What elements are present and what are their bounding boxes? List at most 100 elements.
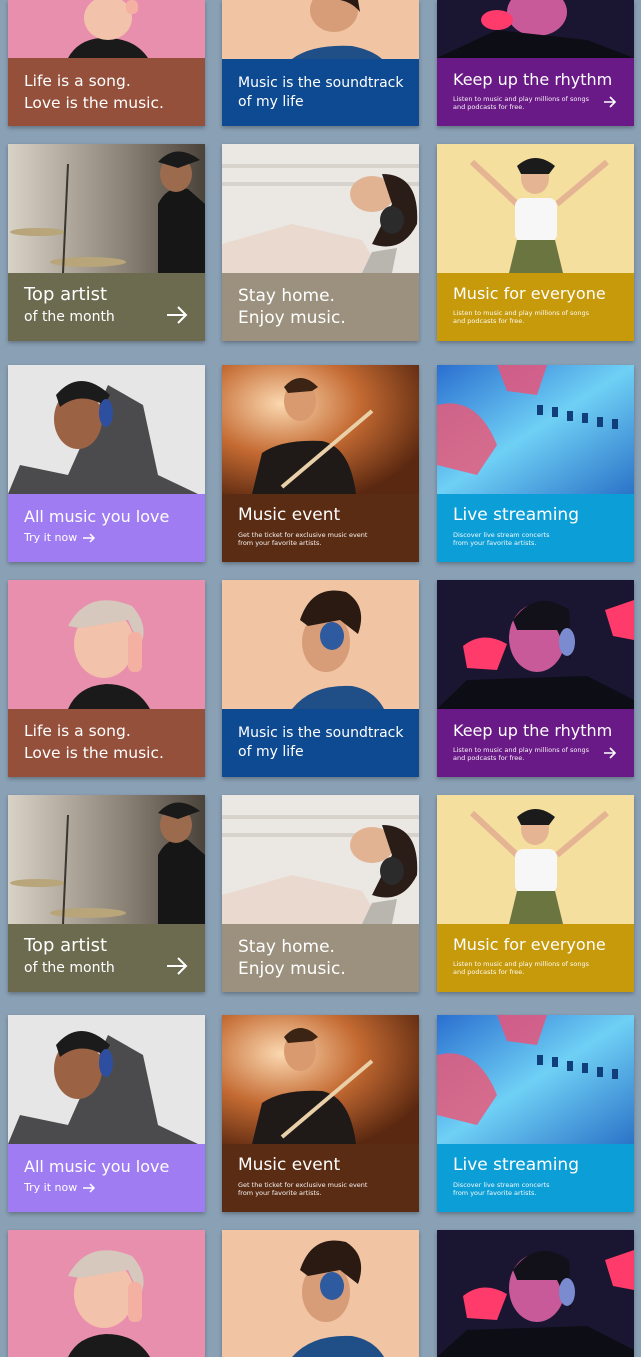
- caption-line-2: Enjoy music.: [238, 959, 346, 979]
- card-title: Keep up the rhythm: [453, 721, 613, 740]
- card-body: Listen to music and play millions of son…: [453, 309, 589, 325]
- arrow-right-icon[interactable]: [82, 533, 96, 543]
- caption-panel: All music you love Try it now: [8, 494, 205, 562]
- caption-panel: Keep up the rhythm Listen to music and p…: [437, 709, 634, 777]
- card-title: All music you love: [24, 1157, 170, 1176]
- card-music-event[interactable]: Music event Get the ticket for exclusive…: [222, 1015, 419, 1212]
- photo-woman-neon: [437, 0, 634, 58]
- photo-woman-neon: [437, 580, 634, 709]
- caption-line-1: Life is a song.: [24, 72, 131, 90]
- photo-man-headphones: [222, 0, 419, 59]
- photo-woman-relaxing: [222, 795, 419, 924]
- card-keep-up-rhythm[interactable]: [437, 1230, 634, 1357]
- photo-guitarist: [222, 1015, 419, 1144]
- card-soundtrack[interactable]: Music is the soundtrack of my life: [222, 0, 419, 126]
- card-body: Discover live stream concerts from your …: [453, 531, 550, 547]
- caption-panel: All music you love Try it now: [8, 1144, 205, 1212]
- caption-panel: Stay home. Enjoy music.: [222, 924, 419, 992]
- card-title: Music for everyone: [453, 284, 606, 303]
- card-live-streaming[interactable]: Live streaming Discover live stream conc…: [437, 365, 634, 562]
- card-keep-up-rhythm[interactable]: Keep up the rhythm Listen to music and p…: [437, 0, 634, 126]
- caption-line-2: Love is the music.: [24, 744, 164, 762]
- photo-woman-dancing: [437, 795, 634, 924]
- card-title: Live streaming: [453, 1155, 579, 1175]
- card-title: Live streaming: [453, 505, 579, 525]
- photo-guitarist: [222, 365, 419, 494]
- card-all-music[interactable]: All music you love Try it now: [8, 365, 205, 562]
- arrow-right-icon[interactable]: [82, 1183, 96, 1193]
- caption-line-2: Enjoy music.: [238, 308, 346, 328]
- photo-woman-hoodie: [8, 1015, 205, 1144]
- card-title: Top artist: [24, 935, 108, 956]
- card-live-streaming[interactable]: Live streaming Discover live stream conc…: [437, 1015, 634, 1212]
- arrow-right-icon[interactable]: [166, 957, 188, 975]
- caption-panel: Top artist of the month: [8, 273, 205, 341]
- card-music-event[interactable]: Music event Get the ticket for exclusive…: [222, 365, 419, 562]
- card-music-for-everyone[interactable]: Music for everyone Listen to music and p…: [437, 144, 634, 341]
- caption-panel: Live streaming Discover live stream conc…: [437, 1144, 634, 1212]
- card-title: Top artist: [24, 284, 108, 305]
- photo-mixer: [437, 365, 634, 494]
- arrow-right-icon[interactable]: [603, 96, 617, 108]
- caption-panel: Music event Get the ticket for exclusive…: [222, 494, 419, 562]
- cta-text[interactable]: Try it now: [24, 1181, 77, 1195]
- card-title: Music event: [238, 505, 341, 525]
- caption-panel: Music for everyone Listen to music and p…: [437, 273, 634, 341]
- card-soundtrack[interactable]: [222, 1230, 419, 1357]
- card-stay-home[interactable]: Stay home. Enjoy music.: [222, 144, 419, 341]
- card-body: Get the ticket for exclusive music event…: [238, 531, 368, 547]
- photo-mixer: [437, 1015, 634, 1144]
- card-body: Get the ticket for exclusive music event…: [238, 1181, 368, 1197]
- template-grid: Life is a song. Love is the music. Music…: [0, 0, 641, 1357]
- card-life-is-a-song[interactable]: Life is a song. Love is the music.: [8, 0, 205, 126]
- photo-woman-neon: [437, 1230, 634, 1357]
- caption-panel: Life is a song. Love is the music.: [8, 58, 205, 126]
- caption-line-1: Stay home.: [238, 286, 335, 306]
- card-title: Keep up the rhythm: [453, 70, 613, 89]
- card-subtitle: of the month: [24, 960, 115, 976]
- arrow-right-icon[interactable]: [166, 306, 188, 324]
- card-music-for-everyone[interactable]: Music for everyone Listen to music and p…: [437, 795, 634, 992]
- card-title: All music you love: [24, 507, 170, 526]
- card-life-is-a-song[interactable]: [8, 1230, 205, 1357]
- caption-line-1: Life is a song.: [24, 722, 131, 740]
- photo-woman-hoodie: [8, 365, 205, 494]
- card-soundtrack[interactable]: Music is the soundtrack of my life: [222, 580, 419, 777]
- photo-man-headphones: [222, 580, 419, 709]
- caption-line-1: Stay home.: [238, 937, 335, 957]
- caption-line-2: of my life: [238, 94, 304, 110]
- caption-line-1: Music is the soundtrack: [238, 75, 404, 91]
- caption-panel: Top artist of the month: [8, 924, 205, 992]
- caption-line-2: Love is the music.: [24, 94, 164, 112]
- caption-panel: Music for everyone Listen to music and p…: [437, 924, 634, 992]
- caption-line-1: Music is the soundtrack: [238, 725, 404, 741]
- card-stay-home[interactable]: Stay home. Enjoy music.: [222, 795, 419, 992]
- card-body: Listen to music and play millions of son…: [453, 960, 589, 976]
- card-all-music[interactable]: All music you love Try it now: [8, 1015, 205, 1212]
- card-title: Music for everyone: [453, 935, 606, 954]
- arrow-right-icon[interactable]: [603, 747, 617, 759]
- caption-line-2: of my life: [238, 744, 304, 760]
- caption-panel: Life is a song. Love is the music.: [8, 709, 205, 777]
- card-body: Discover live stream concerts from your …: [453, 1181, 550, 1197]
- caption-panel: Music is the soundtrack of my life: [222, 59, 419, 126]
- caption-panel: Stay home. Enjoy music.: [222, 273, 419, 341]
- caption-panel: Music event Get the ticket for exclusive…: [222, 1144, 419, 1212]
- card-top-artist[interactable]: Top artist of the month: [8, 144, 205, 341]
- card-subtitle: of the month: [24, 309, 115, 325]
- card-body: Listen to music and play millions of son…: [453, 95, 589, 111]
- card-top-artist[interactable]: Top artist of the month: [8, 795, 205, 992]
- photo-woman-pink: [8, 1230, 205, 1357]
- photo-woman-pink: [8, 0, 205, 58]
- photo-woman-relaxing: [222, 144, 419, 273]
- photo-drummer: [8, 795, 205, 924]
- photo-drummer: [8, 144, 205, 273]
- card-keep-up-rhythm[interactable]: Keep up the rhythm Listen to music and p…: [437, 580, 634, 777]
- caption-panel: Keep up the rhythm Listen to music and p…: [437, 58, 634, 126]
- cta-text[interactable]: Try it now: [24, 531, 77, 545]
- card-life-is-a-song[interactable]: Life is a song. Love is the music.: [8, 580, 205, 777]
- card-body: Listen to music and play millions of son…: [453, 746, 589, 762]
- caption-panel: Music is the soundtrack of my life: [222, 709, 419, 777]
- caption-panel: Live streaming Discover live stream conc…: [437, 494, 634, 562]
- photo-man-headphones: [222, 1230, 419, 1357]
